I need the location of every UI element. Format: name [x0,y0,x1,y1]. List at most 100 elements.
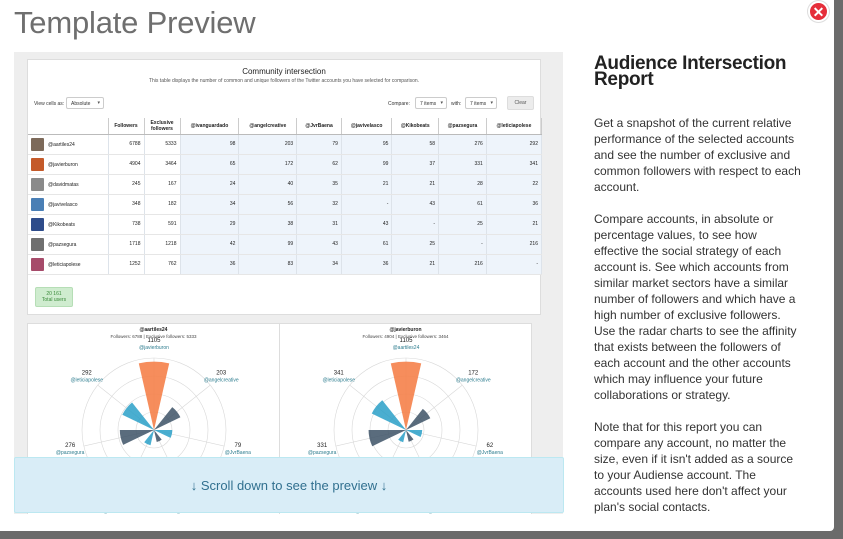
intersection-cell: 37 [391,154,440,175]
table-row: @javierburon 4904 3464 65 172 62 99 37 331 341 [28,154,543,175]
radar-account-label: @angelcreative [456,377,491,383]
radar-account-label: @aartiles24 [393,345,420,351]
intersection-cell: 61 [438,194,487,215]
radar-value-label: 341 [334,370,345,376]
modal-title: Template Preview [14,5,256,40]
radar-account-label: @pazsegura [56,450,85,456]
count-cell: 348 [108,194,145,215]
account-name: @Kikobeats [48,221,76,228]
scroll-down-banner[interactable]: ↓ Scroll down to see the preview ↓ [14,457,564,513]
count-cell: 738 [108,214,145,235]
intersection-cell: 36 [486,194,543,215]
intersection-cell: 36 [180,254,240,275]
table-header-row: Followers Exclusive followers @ivanguard… [28,118,543,135]
with-select[interactable]: 7 items [465,97,497,109]
account-cell: @javivelasco [28,194,109,215]
view-cells-select[interactable]: Absolute [66,97,104,109]
radar-account-label: @javierburon [139,345,169,351]
report-preview[interactable]: Community intersection This table displa… [14,52,563,514]
intersection-cell: 341 [486,154,543,175]
account-cell: @davidmatas [28,174,109,195]
intersection-cell: 216 [438,254,487,275]
column-header-account [28,118,109,135]
intersection-cell: 292 [486,134,543,155]
intersection-cell: - [438,234,487,255]
intersection-cell: - [341,194,393,215]
description-paragraph: Compare accounts, in absolute or percent… [594,212,797,402]
avatar [31,217,44,231]
intersection-cell: 21 [341,174,393,195]
intersection-cell: 203 [238,134,298,155]
intersection-cell: 99 [341,154,393,175]
count-cell: 762 [144,254,181,275]
intersection-cell: 216 [486,234,543,255]
radar-value-label: 79 [235,443,242,449]
intersection-cell: 35 [296,174,342,195]
intersection-cell: 36 [341,254,393,275]
intersection-cell: 29 [180,214,240,235]
close-icon[interactable]: ✕ [808,1,829,22]
intersection-cell: 22 [486,174,543,195]
total-users-label: Total users [41,297,67,303]
intersection-cell: 98 [180,134,240,155]
intersection-table: Followers Exclusive followers @ivanguard… [28,118,543,275]
intersection-cell: 24 [180,174,240,195]
intersection-cell: 62 [296,154,342,175]
avatar [31,237,44,251]
count-cell: 6788 [108,134,145,155]
intersection-cell: 276 [438,134,487,155]
community-intersection-subtitle: This table displays the number of common… [148,78,420,84]
intersection-cell: 43 [341,214,393,235]
account-cell: @aartiles24 [28,134,109,155]
radar-account-label: @leticiapolese [70,377,103,383]
count-cell: 591 [144,214,181,235]
radar-account-label: @pazsegura [308,450,337,456]
description-paragraph: Note that for this report you can compar… [594,420,794,514]
intersection-cell: 38 [238,214,298,235]
avatar [31,157,44,171]
radar-value-label: 292 [82,370,93,376]
template-preview-modal: Template Preview Community intersection … [0,0,834,531]
table-row: @javivelasco 348 182 34 56 32-43 61 36 [28,194,543,215]
table-row: @pazsegura 1718 1218 42 99 43 61 25-216 [28,234,543,255]
intersection-cell: 58 [391,134,440,155]
column-header: @javivelasco [341,118,393,135]
column-header: Followers [108,118,145,135]
intersection-cell: 172 [238,154,298,175]
report-title: Audience Intersection Report [594,53,787,90]
account-name: @javivelasco [48,201,78,208]
intersection-cell: 21 [391,174,440,195]
radar-value-label: 276 [65,443,76,449]
column-header: @Kikobeats [391,118,440,135]
column-header: @leticiapolese [486,118,543,135]
radar-value-label: 203 [216,370,227,376]
count-cell: 167 [144,174,181,195]
description-paragraph: Get a snapshot of the current relative p… [594,116,801,194]
account-name: @leticiapolese [48,261,81,268]
account-name: @javierburon [48,161,78,168]
avatar [31,257,44,271]
clear-button[interactable]: Clear [507,96,534,110]
total-users-badge: 20 161 Total users [35,287,73,307]
intersection-cell: 25 [391,234,440,255]
radar-value-label: 1105 [400,338,414,344]
intersection-cell: 61 [341,234,393,255]
radar-value-label: 331 [317,443,328,449]
intersection-cell: - [391,214,440,235]
intersection-cell: 28 [438,174,487,195]
intersection-cell: 56 [238,194,298,215]
avatar [31,177,44,191]
table-row: @davidmatas 245 167 24 40 35 21 21 28 22 [28,174,543,195]
compare-select[interactable]: 7 items [415,97,447,109]
intersection-cell: 95 [341,134,393,155]
radar-account-label: @angelcreative [204,377,239,383]
intersection-cell: 83 [238,254,298,275]
radar-account-label: @leticiapolese [322,377,355,383]
account-name: @davidmatas [48,181,79,188]
community-intersection-title: Community intersection [242,67,326,76]
table-row: @leticiapolese 1252 762 36 83 34 36 21 216- [28,254,543,275]
radar-value-label: 1105 [148,338,162,344]
radar-account-label: @JvrBaena [225,450,251,456]
intersection-cell: 99 [238,234,298,255]
account-name: @aartiles24 [48,141,75,148]
